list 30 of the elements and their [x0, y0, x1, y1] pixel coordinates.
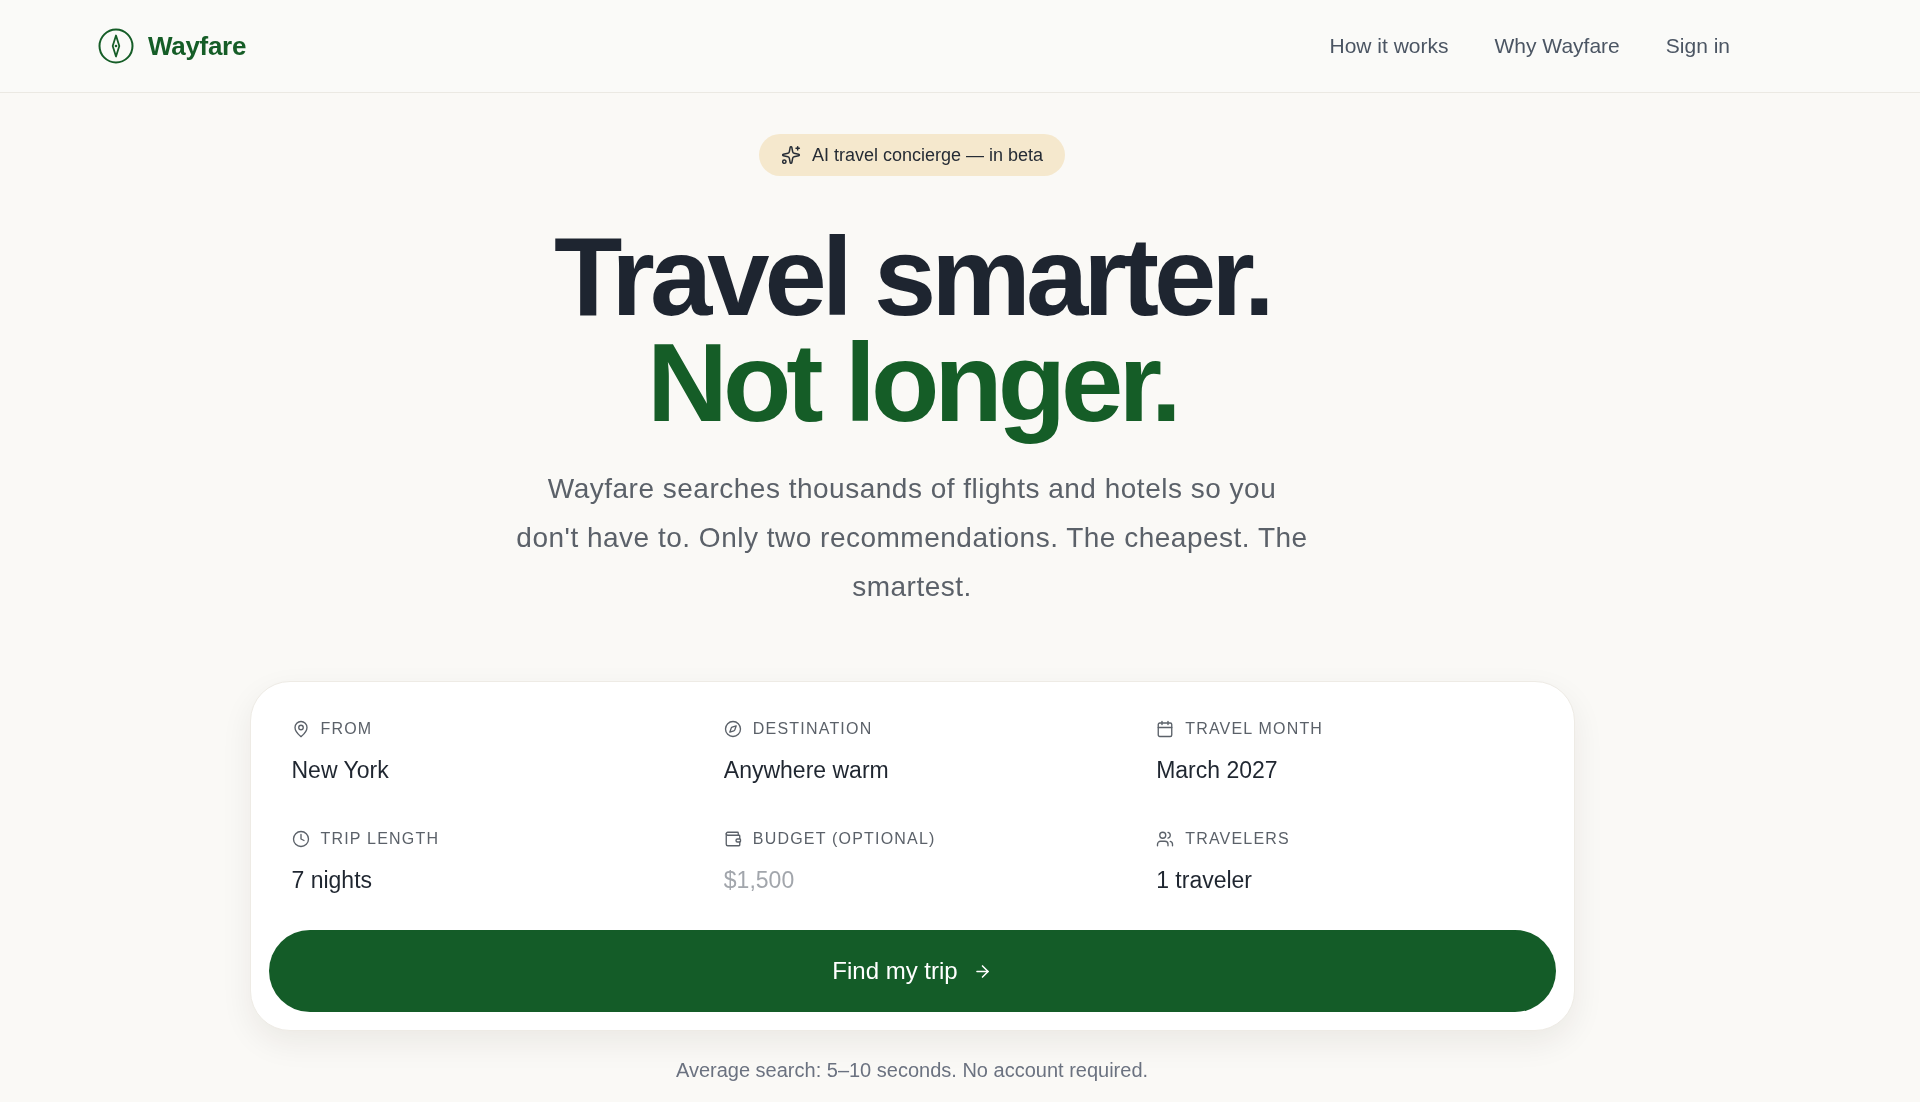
nav-link[interactable]: Sign in	[1665, 34, 1730, 58]
field-label: TRAVEL MONTH	[1185, 719, 1324, 739]
subtitle-text: Wayfare searches thousands of flights and hotels so you don't have to. Only two recommendations. The cheapest. The smartest.	[515, 472, 1309, 604]
headline-accent-text: Not longer.	[646, 330, 1178, 447]
map-pin-icon	[291, 720, 310, 738]
compass-logo-icon	[98, 28, 134, 64]
sparkles-icon	[780, 145, 801, 165]
input-field[interactable]: $1,500	[723, 865, 795, 895]
field-label: FROM	[320, 719, 373, 739]
nav-link[interactable]: Why Wayfare	[1494, 34, 1620, 58]
input-field[interactable]: 7 nights	[291, 865, 373, 895]
wallet-icon	[723, 830, 742, 848]
field-label: BUDGET (OPTIONAL)	[752, 829, 936, 849]
calendar-icon	[1156, 720, 1175, 738]
find-trip-button[interactable]: Find my trip	[268, 930, 1556, 1012]
badge-text: AI travel concierge — in beta	[811, 144, 1044, 166]
input-field[interactable]: Anywhere warm	[723, 755, 889, 785]
field-label: TRAVELERS	[1185, 829, 1290, 849]
input-field[interactable]: 1 traveler	[1156, 865, 1253, 895]
compass-icon	[723, 720, 742, 738]
field-label: DESTINATION	[752, 719, 873, 739]
nav-link[interactable]: How it works	[1329, 34, 1449, 58]
footnote-text: Average search: 5–10 seconds. No account required.	[675, 1058, 1149, 1083]
logo-link[interactable]: Wayfare	[98, 28, 247, 64]
input-field[interactable]: New York	[291, 755, 389, 785]
clock-icon	[291, 830, 310, 848]
field-label: TRIP LENGTH	[320, 829, 440, 849]
input-field[interactable]: March 2027	[1156, 755, 1278, 785]
headline-text: Travel smarter.	[554, 224, 1270, 330]
users-icon	[1156, 830, 1175, 848]
